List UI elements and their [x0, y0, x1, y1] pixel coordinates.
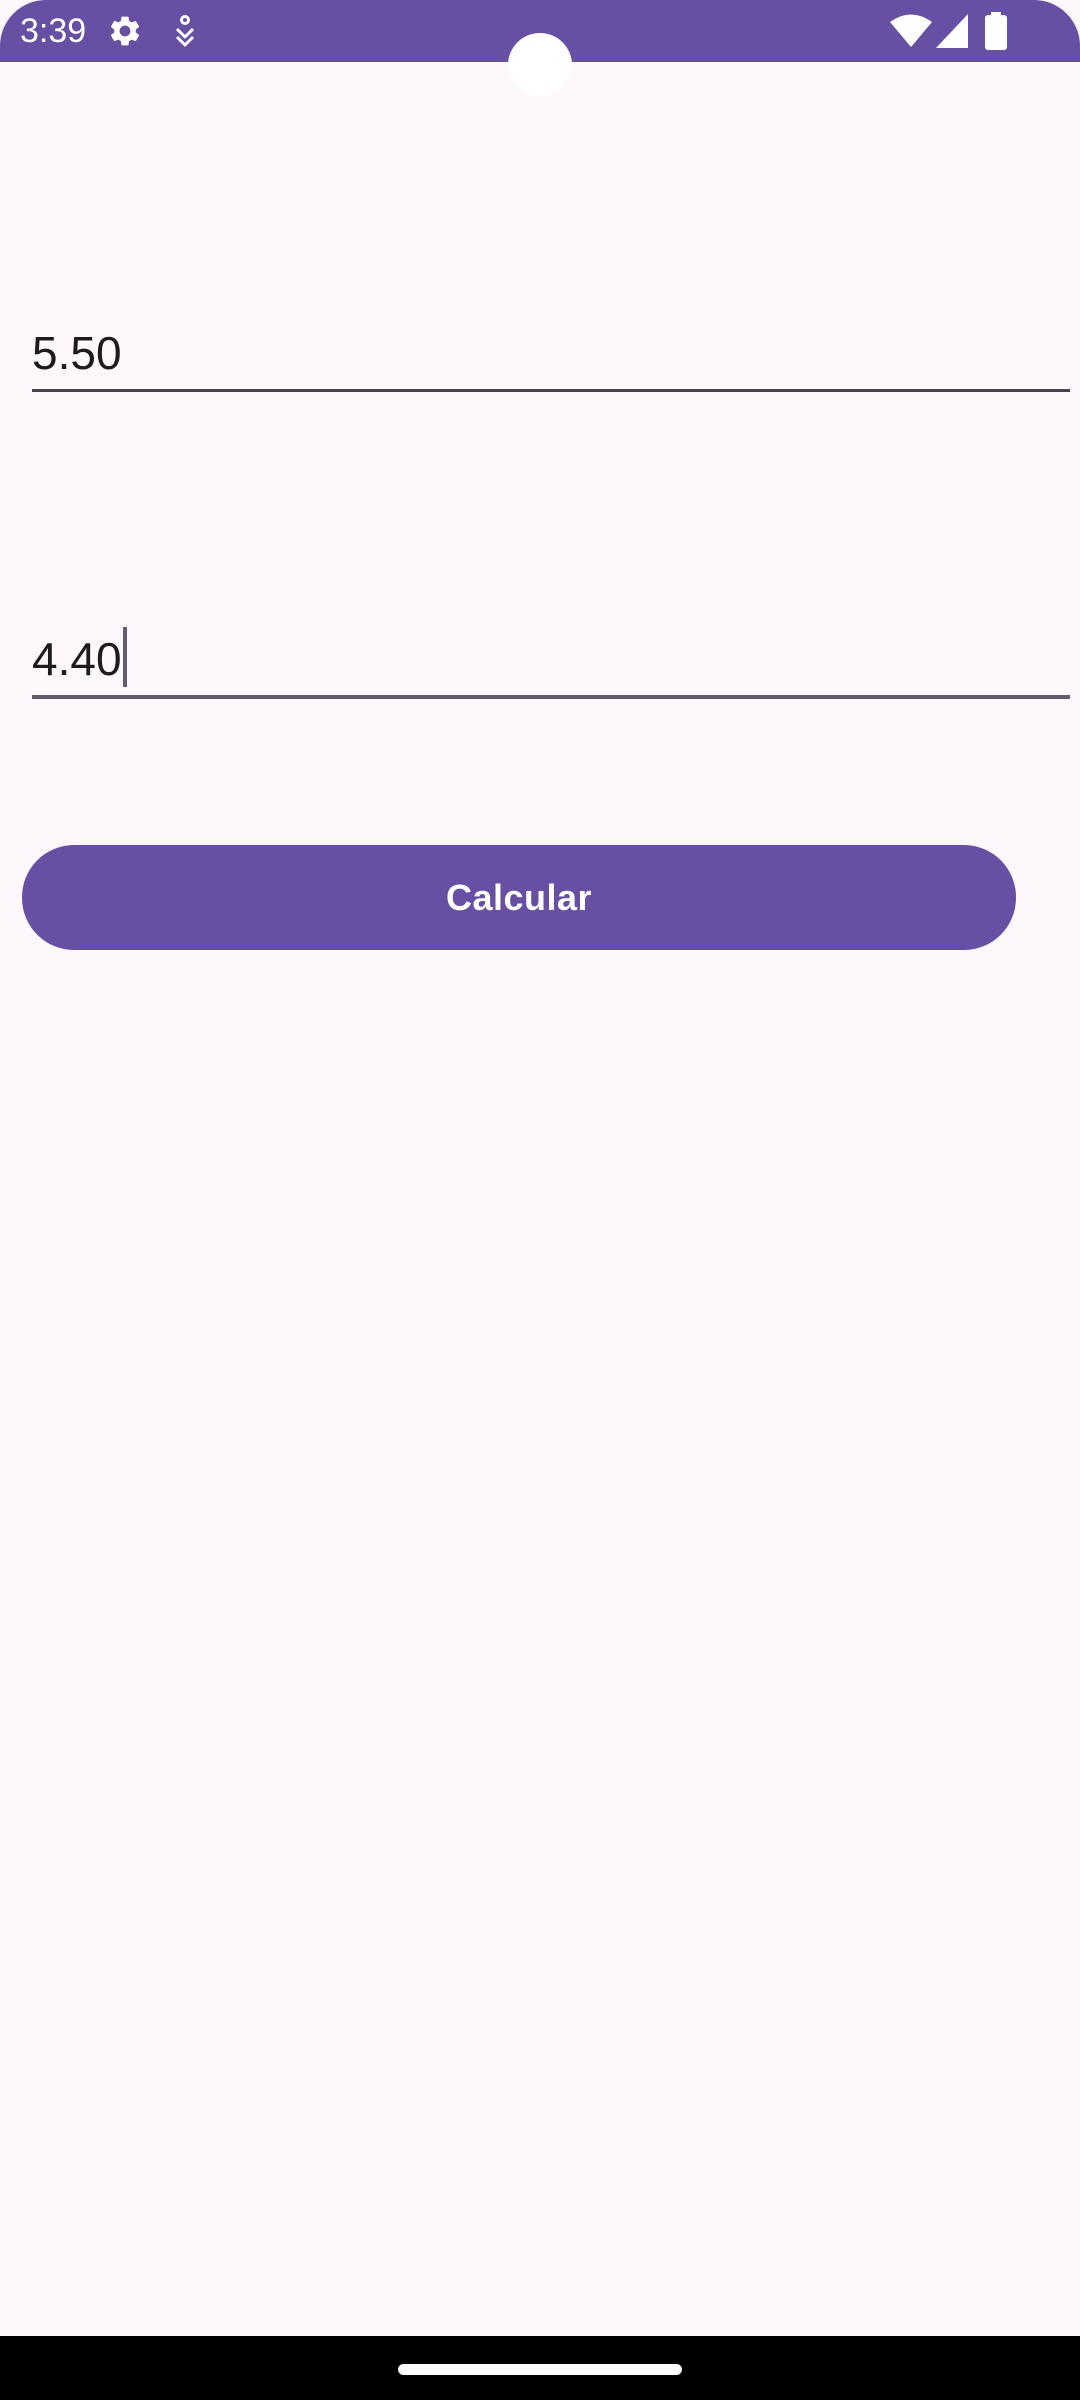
text-cursor — [122, 627, 127, 687]
status-time: 3:39 — [20, 12, 87, 50]
camera-cutout — [508, 33, 572, 97]
first-number-underline — [32, 389, 1070, 392]
home-gesture-handle[interactable] — [398, 2364, 682, 2375]
second-number-input[interactable]: 4.40 — [32, 627, 1070, 699]
first-number-input[interactable]: 5.50 — [32, 320, 1070, 392]
accessibility-icon — [175, 15, 195, 47]
second-number-value[interactable]: 4.40 — [32, 633, 122, 685]
battery-icon — [985, 12, 1007, 50]
wifi-icon — [890, 14, 932, 47]
navigation-bar — [0, 2336, 1080, 2400]
second-number-value-wrapper[interactable]: 4.40 — [32, 627, 127, 687]
second-number-underline — [32, 695, 1070, 699]
calculate-button[interactable]: Calcular — [22, 845, 1016, 950]
first-number-value[interactable]: 5.50 — [32, 326, 122, 380]
cellular-signal-icon — [936, 14, 968, 48]
gear-icon — [110, 16, 140, 46]
